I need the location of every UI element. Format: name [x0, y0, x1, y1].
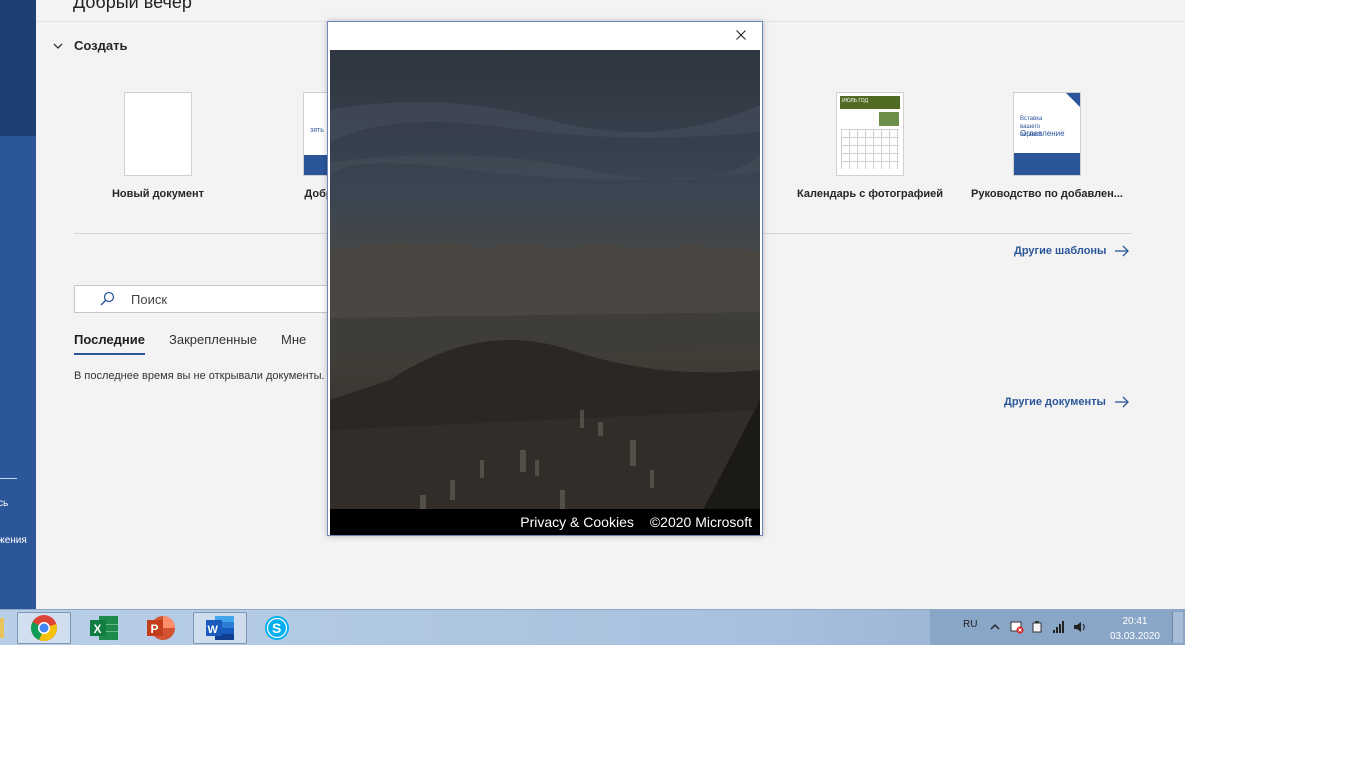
tab-recent[interactable]: Последние — [74, 332, 145, 355]
taskbar: X P W S RU 20:41 03.03.2020 — [0, 609, 1185, 645]
tab-pinned[interactable]: Закрепленные — [169, 332, 257, 355]
tab-shared[interactable]: Мне — [281, 332, 306, 355]
template-name: Новый документ — [111, 188, 205, 200]
template-thumbnail: ИЮЛЬ ГОД — [836, 92, 904, 176]
search-icon — [100, 291, 115, 306]
taskbar-skype-button[interactable]: S — [250, 612, 304, 644]
search-box[interactable] — [74, 285, 344, 313]
skype-icon: S — [265, 616, 289, 640]
arrow-right-icon — [1115, 245, 1130, 257]
show-desktop-button[interactable] — [1172, 612, 1183, 643]
sign-in-popup-window: Privacy & Cookies ©2020 Microsoft — [327, 21, 763, 536]
thumb-caption: зять — [310, 127, 324, 134]
clock[interactable]: 20:41 03.03.2020 — [1110, 614, 1160, 644]
excel-icon: X — [90, 616, 118, 640]
thumb-photo — [879, 112, 899, 126]
show-hidden-icons-icon[interactable] — [988, 620, 1002, 634]
privacy-cookies-link[interactable]: Privacy & Cookies — [520, 514, 634, 530]
city-landscape-image — [330, 50, 760, 535]
create-section-header[interactable]: Создать — [52, 38, 127, 53]
thumb-band — [1014, 153, 1080, 175]
more-documents-label: Другие документы — [1004, 396, 1106, 408]
language-indicator[interactable]: RU — [963, 619, 977, 630]
template-photo-calendar[interactable]: ИЮЛЬ ГОД Календарь с фотографией — [790, 92, 950, 200]
template-name: Руководство по добавлен... — [971, 188, 1123, 200]
sidebar: сь жения — [0, 0, 36, 609]
svg-text:W: W — [208, 624, 219, 636]
thumb-header-text: ИЮЛЬ ГОД — [842, 98, 868, 104]
template-toc-guide[interactable]: Вставка вашего первого Оглавление Руково… — [967, 92, 1127, 200]
greeting-title: Добрый вечер — [73, 0, 192, 12]
volume-icon[interactable] — [1073, 620, 1087, 634]
search-input[interactable] — [129, 290, 313, 308]
taskbar-word-button[interactable]: W — [193, 612, 247, 644]
chrome-icon — [31, 615, 57, 641]
template-thumbnail — [124, 92, 192, 176]
thumb-calendar-grid — [841, 129, 899, 169]
sidebar-item-account[interactable]: сь — [0, 498, 8, 509]
thumb-line-2: Оглавление — [1020, 129, 1065, 138]
more-templates-link[interactable]: Другие шаблоны — [1014, 245, 1130, 257]
powerpoint-icon: P — [147, 616, 175, 640]
copyright-text: ©2020 Microsoft — [649, 514, 752, 530]
svg-text:X: X — [94, 622, 102, 636]
close-button[interactable] — [733, 27, 749, 43]
power-icon[interactable] — [1031, 620, 1045, 634]
action-center-icon[interactable] — [1010, 620, 1024, 634]
popup-footer: Privacy & Cookies ©2020 Microsoft — [330, 509, 760, 535]
template-thumbnail: Вставка вашего первого Оглавление — [1013, 92, 1081, 176]
taskbar-chrome-button[interactable] — [17, 612, 71, 644]
folder-icon[interactable] — [0, 618, 4, 638]
sidebar-item-feedback[interactable]: жения — [0, 535, 27, 546]
taskbar-excel-button[interactable]: X — [77, 612, 131, 644]
empty-recent-message: В последнее время вы не открывали докуме… — [74, 370, 325, 382]
taskbar-powerpoint-button[interactable]: P — [134, 612, 188, 644]
create-section-title: Создать — [74, 38, 128, 53]
more-templates-label: Другие шаблоны — [1014, 245, 1107, 257]
chevron-down-icon[interactable] — [52, 40, 64, 52]
system-tray: RU 20:41 03.03.2020 — [930, 610, 1185, 645]
word-start-screen: сь жения Добрый вечер Создать Новый доку… — [0, 0, 1185, 645]
sidebar-top-block — [0, 0, 36, 136]
more-documents-link[interactable]: Другие документы — [1004, 396, 1130, 408]
background-photo: Privacy & Cookies ©2020 Microsoft — [330, 50, 760, 535]
arrow-right-icon — [1114, 396, 1129, 408]
svg-text:S: S — [272, 620, 281, 636]
clock-time: 20:41 — [1122, 616, 1148, 627]
close-icon — [736, 30, 746, 40]
network-icon[interactable] — [1052, 620, 1066, 634]
svg-text:P: P — [151, 622, 159, 636]
thumb-header-band: ИЮЛЬ ГОД — [840, 96, 900, 109]
template-new-document[interactable]: Новый документ — [78, 92, 238, 200]
clock-date: 03.03.2020 — [1109, 631, 1160, 642]
sidebar-divider — [0, 478, 17, 479]
word-icon: W — [206, 616, 234, 640]
thumb-corner — [1066, 93, 1080, 107]
file-tabs: Последние Закрепленные Мне — [74, 332, 306, 355]
template-name: Календарь с фотографией — [797, 188, 943, 200]
